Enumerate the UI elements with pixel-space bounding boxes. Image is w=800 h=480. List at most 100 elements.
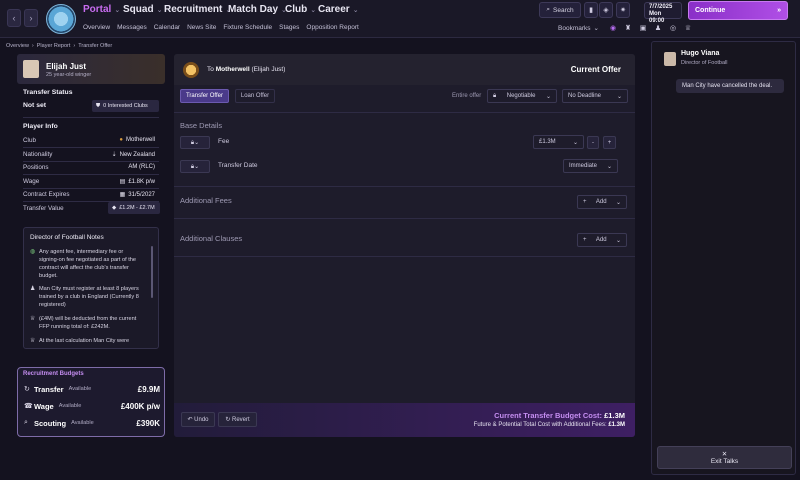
fee-decrease-button[interactable]: - [587, 136, 599, 149]
negotiable-dropdown[interactable]: 🔒︎ Negotiable ⌄ [487, 89, 557, 103]
submenu-news-site[interactable]: News Site [187, 24, 216, 31]
player-avatar [23, 60, 39, 78]
menu-label: Portal [83, 4, 112, 15]
future-cost-value: £1.3M [608, 422, 625, 428]
info-value-nationality[interactable]: ⇣ New Zealand [111, 151, 155, 159]
search-icon: ⌕ [546, 6, 551, 13]
add-clause-button[interactable]: + Add ⌄ [577, 233, 627, 247]
trophy-icon[interactable]: ♕ [683, 23, 693, 33]
player-card[interactable]: Elijah Just 25 year-old winger [17, 54, 165, 84]
menu-label: Squad [123, 4, 154, 15]
menu-match-day[interactable]: Match Day ⌄ [228, 4, 287, 15]
breadcrumb-transfer-offer: Transfer Offer [78, 43, 113, 49]
flag-icon: ⇣ [111, 152, 117, 158]
fee-input[interactable]: £1.3M ⌄ [533, 135, 584, 149]
add-label: Add [595, 199, 607, 205]
undo-label: Undo [194, 416, 209, 423]
breadcrumb-player-report[interactable]: Player Report [37, 43, 71, 49]
shield-icon[interactable]: ◈ [599, 2, 613, 18]
divider [174, 218, 635, 219]
tab-transfer-offer[interactable]: Transfer Offer [180, 89, 229, 103]
player-name: Elijah Just [46, 62, 87, 71]
budget-status: Available [71, 420, 94, 426]
game-date[interactable]: 7/7/2025 Mon 09:00 [644, 2, 682, 24]
contract-value: 31/5/2027 [128, 191, 155, 198]
budget-cost-line: Current Transfer Budget Cost: £1.3M [494, 411, 625, 420]
chevron-down-icon: ⌄ [545, 93, 551, 100]
budget-name: Transfer [34, 384, 64, 394]
menu-portal[interactable]: Portal ⌄ [83, 4, 120, 15]
transfer-value-badge[interactable]: ◆ £1.2M - £2.7M [108, 202, 160, 214]
additional-clauses-heading: Additional Clauses [180, 234, 243, 243]
transfer-status-value: Not set [23, 102, 47, 109]
people-icon[interactable]: ♟ [653, 23, 663, 33]
deadline-value: No Deadline [568, 93, 602, 99]
entire-offer-label: Entire offer [452, 93, 482, 99]
interested-clubs-label: 0 Interested Clubs [103, 103, 148, 109]
menu-club[interactable]: Club ⌄ [285, 4, 316, 15]
menu-squad[interactable]: Squad ⌄ [123, 4, 162, 15]
club-badge-icon: ● [119, 137, 123, 143]
fee-increase-button[interactable]: + [603, 136, 616, 149]
globe-icon[interactable]: ◎ [668, 23, 678, 33]
add-fee-button[interactable]: + Add ⌄ [577, 195, 627, 209]
submenu-stages[interactable]: Stages [279, 24, 299, 31]
nationality-value: New Zealand [119, 151, 155, 158]
submenu-fixture-schedule[interactable]: Fixture Schedule [223, 24, 272, 31]
budget-row-transfer[interactable]: ↻ Transfer Available £9.9M [24, 383, 160, 395]
undo-button[interactable]: ↶ Undo [181, 412, 215, 427]
date-lock-dropdown[interactable]: 🔒︎⌄ [180, 160, 210, 173]
bookmarks-label: Bookmarks [558, 24, 591, 32]
budget-status: Available [58, 403, 82, 409]
info-label-wage: Wage [23, 178, 40, 185]
offer-player: (Elijah Just) [251, 66, 286, 73]
continue-button[interactable]: Continue » [688, 1, 788, 20]
submenu-messages[interactable]: Messages [117, 24, 147, 31]
dof-note: ♕ At the last calculation Man City were [30, 337, 142, 345]
breadcrumb-overview[interactable]: Overview [6, 43, 29, 49]
transfer-status-heading: Transfer Status [23, 89, 73, 96]
chevron-down-icon: ⌄ [593, 25, 599, 32]
menu-recruitment[interactable]: Recruitment ⌄ [164, 4, 231, 15]
bookmarks-dropdown[interactable]: Bookmarks ⌄ [558, 24, 599, 33]
transfer-date-dropdown[interactable]: Immediate ⌄ [563, 159, 618, 173]
budget-row-scouting[interactable]: ⌕ Scouting Available £390K [24, 417, 160, 429]
fee-lock-dropdown[interactable]: 🔒︎⌄ [180, 136, 210, 149]
transfer-icon: ↻ [24, 386, 30, 393]
dof-note-text: At the last calculation Man City were [39, 338, 130, 344]
budget-name: Wage [34, 401, 54, 411]
deadline-dropdown[interactable]: No Deadline ⌄ [562, 89, 628, 103]
additional-fees-heading: Additional Fees [180, 196, 232, 205]
menu-career[interactable]: Career ⌄ [318, 4, 359, 15]
search-button[interactable]: ⌕ Search [539, 2, 581, 18]
submenu-opposition-report[interactable]: Opposition Report [306, 24, 358, 31]
exit-talks-button[interactable]: ✕ Exit Talks [657, 446, 792, 469]
club-crest[interactable] [46, 4, 76, 34]
transfer-offer-panel: To Motherwell (Elijah Just) Current Offe… [174, 54, 635, 437]
info-label-positions: Positions [23, 164, 49, 171]
forward-button[interactable]: › [24, 9, 38, 27]
clipboard-icon[interactable]: ▣ [638, 23, 648, 33]
revert-icon: ↻ [225, 417, 233, 423]
submenu-calendar[interactable]: Calendar [154, 24, 180, 31]
shirt-icon[interactable]: ♜ [623, 23, 633, 33]
revert-label: Revert [232, 416, 250, 423]
dof-scrollbar[interactable] [151, 246, 153, 298]
negotiable-value: Negotiable [506, 93, 536, 99]
revert-button[interactable]: ↻ Revert [218, 412, 257, 427]
fee-label: Fee [218, 138, 230, 145]
close-icon: ✕ [721, 450, 728, 458]
back-button[interactable]: ‹ [7, 9, 21, 27]
gear-icon[interactable]: ✷ [616, 2, 630, 18]
chat-icon[interactable]: ◉ [608, 23, 618, 33]
submenu-overview[interactable]: Overview [83, 24, 110, 31]
interested-clubs-badge[interactable]: ⛊ 0 Interested Clubs [92, 100, 159, 112]
budget-row-wage[interactable]: ☎ Wage Available £400K p/w [24, 400, 160, 412]
bookmark-icon[interactable]: ▮ [584, 2, 598, 18]
chat-message-text: Man City have cancelled the deal. [682, 83, 773, 89]
day-text: Mon [649, 11, 662, 17]
offer-club[interactable]: Motherwell [216, 66, 250, 73]
tab-loan-offer[interactable]: Loan Offer [235, 89, 275, 103]
info-value-club[interactable]: ● Motherwell [119, 137, 155, 143]
divider [23, 188, 159, 189]
